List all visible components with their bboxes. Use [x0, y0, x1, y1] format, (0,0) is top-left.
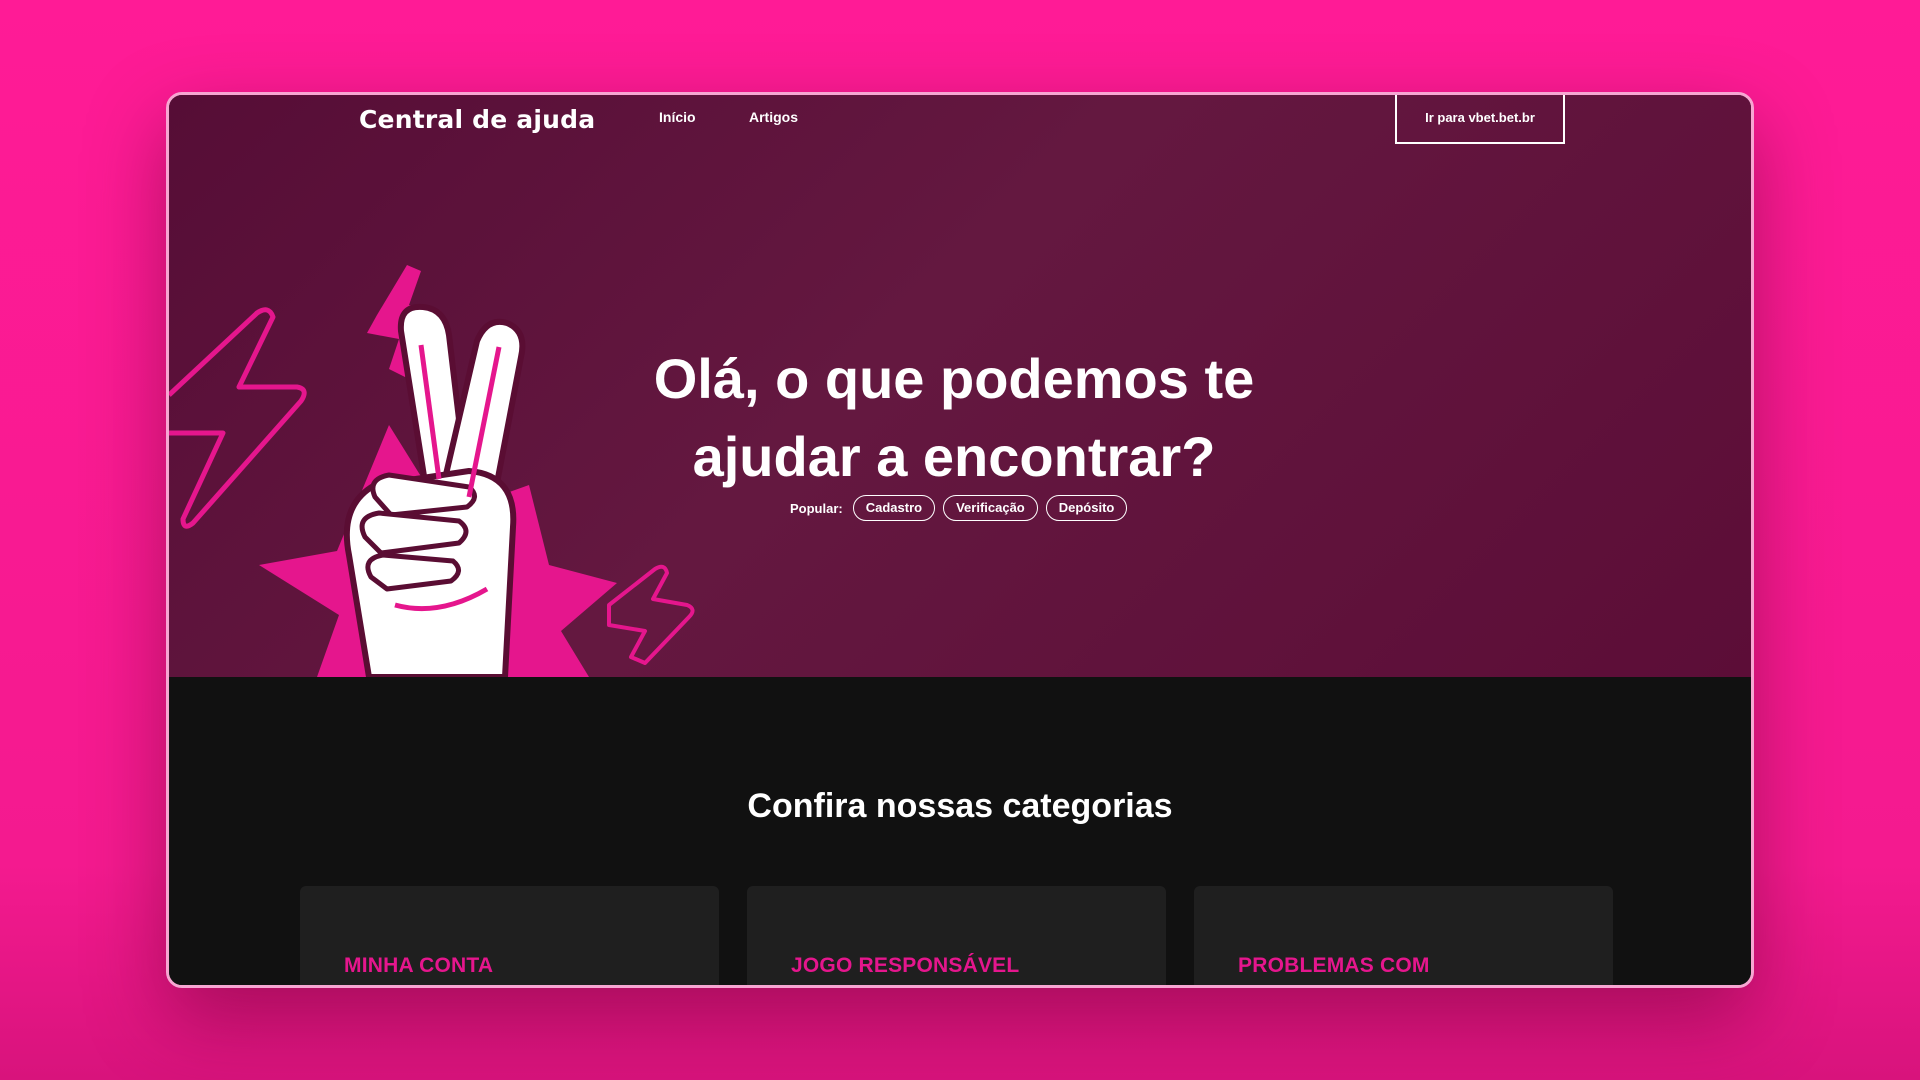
brand-title[interactable]: Central de ajuda	[359, 105, 595, 134]
category-card-minha-conta[interactable]: MINHA CONTA	[300, 886, 719, 985]
top-navigation: Central de ajuda Início Artigos Ir para …	[169, 95, 1751, 155]
hero-title-line-2: ajudar a encontrar?	[692, 425, 1216, 488]
category-card-title: PROBLEMAS COM	[1238, 954, 1430, 977]
nav-link-artigos[interactable]: Artigos	[749, 109, 798, 125]
hero-title: Olá, o que podemos te ajudar a encontrar…	[624, 340, 1284, 496]
category-card-title: JOGO RESPONSÁVEL	[791, 954, 1020, 977]
popular-tag-cadastro[interactable]: Cadastro	[852, 495, 936, 521]
hero-title-line-1: Olá, o que podemos te	[653, 347, 1255, 410]
category-card-title: MINHA CONTA	[344, 954, 494, 977]
categories-section: Confira nossas categorias MINHA CONTA JO…	[169, 677, 1751, 985]
browser-window: Central de ajuda Início Artigos Ir para …	[166, 92, 1754, 988]
popular-tag-verificacao[interactable]: Verificação	[943, 495, 1038, 521]
popular-tag-deposito[interactable]: Depósito	[1045, 495, 1128, 521]
popular-label: Popular:	[790, 500, 843, 516]
lightning-bolt-icon	[607, 564, 695, 665]
categories-title: Confira nossas categorias	[747, 787, 1173, 825]
hero-section: Central de ajuda Início Artigos Ir para …	[169, 95, 1751, 677]
popular-searches: Popular: Cadastro Verificação Depósito	[790, 495, 1128, 521]
category-card-jogo-responsavel[interactable]: JOGO RESPONSÁVEL	[747, 886, 1166, 985]
nav-link-inicio[interactable]: Início	[659, 109, 696, 125]
go-to-site-button[interactable]: Ir para vbet.bet.br	[1395, 95, 1565, 144]
lightning-bolt-icon	[169, 307, 307, 529]
category-card-problemas-com[interactable]: PROBLEMAS COM	[1194, 886, 1613, 985]
